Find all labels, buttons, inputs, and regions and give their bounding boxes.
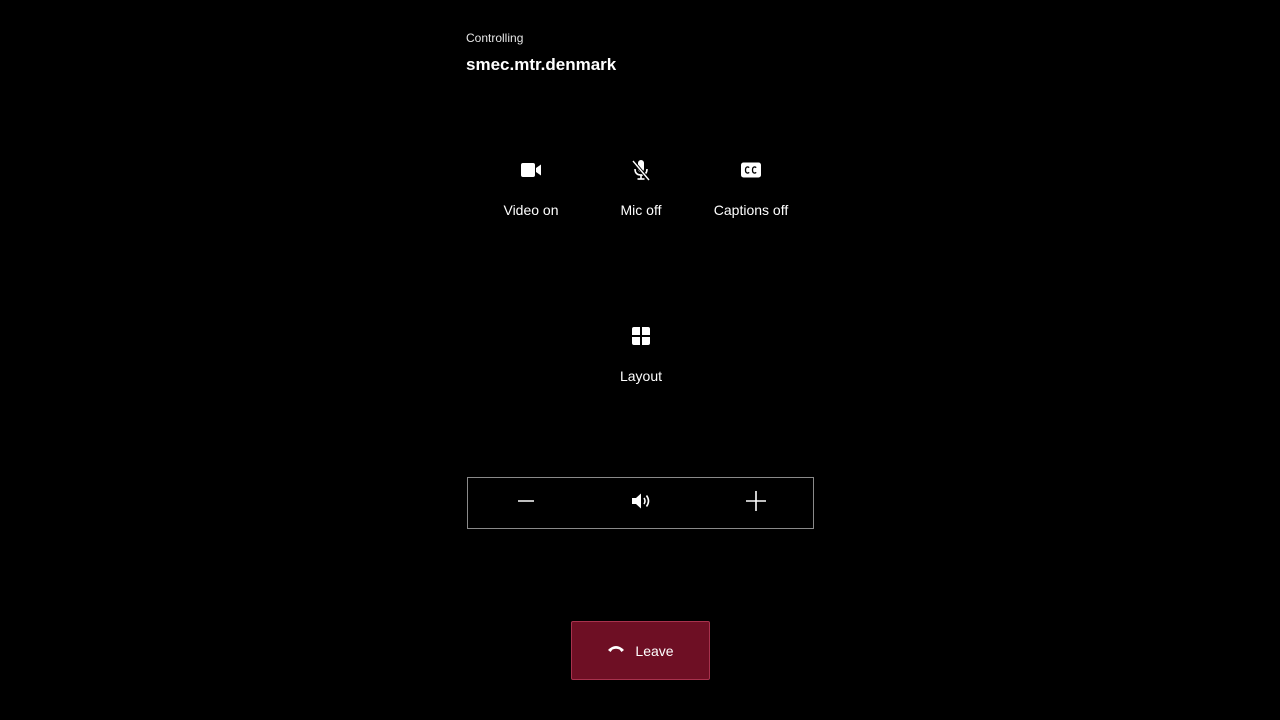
mic-toggle-label: Mic off (620, 202, 662, 218)
controlling-label: Controlling (466, 31, 524, 45)
mic-toggle-button[interactable]: Mic off (586, 158, 696, 218)
leave-button[interactable]: Leave (571, 621, 710, 680)
volume-control (467, 477, 814, 529)
video-toggle-button[interactable]: Video on (476, 158, 586, 218)
room-remote-control-screen: Controlling smec.mtr.denmark Video on Mi… (0, 0, 1280, 720)
captions-toggle-button[interactable]: Captions off (696, 158, 806, 218)
layout-button[interactable]: Layout (586, 324, 696, 384)
volume-mute-button[interactable] (583, 478, 698, 528)
mic-off-icon (629, 158, 653, 182)
captions-toggle-label: Captions off (713, 202, 789, 218)
minus-icon (516, 491, 536, 516)
video-camera-icon (519, 158, 543, 182)
video-toggle-label: Video on (503, 202, 559, 218)
closed-captions-icon (739, 158, 763, 182)
device-name-title: smec.mtr.denmark (466, 55, 617, 74)
volume-decrease-button[interactable] (468, 478, 583, 528)
layout-label: Layout (619, 368, 663, 384)
volume-increase-button[interactable] (698, 478, 813, 528)
plus-icon (745, 490, 767, 517)
hang-up-icon (607, 642, 625, 660)
leave-label: Leave (635, 642, 674, 659)
speaker-volume-icon (629, 489, 653, 518)
layout-grid-icon (629, 324, 653, 348)
